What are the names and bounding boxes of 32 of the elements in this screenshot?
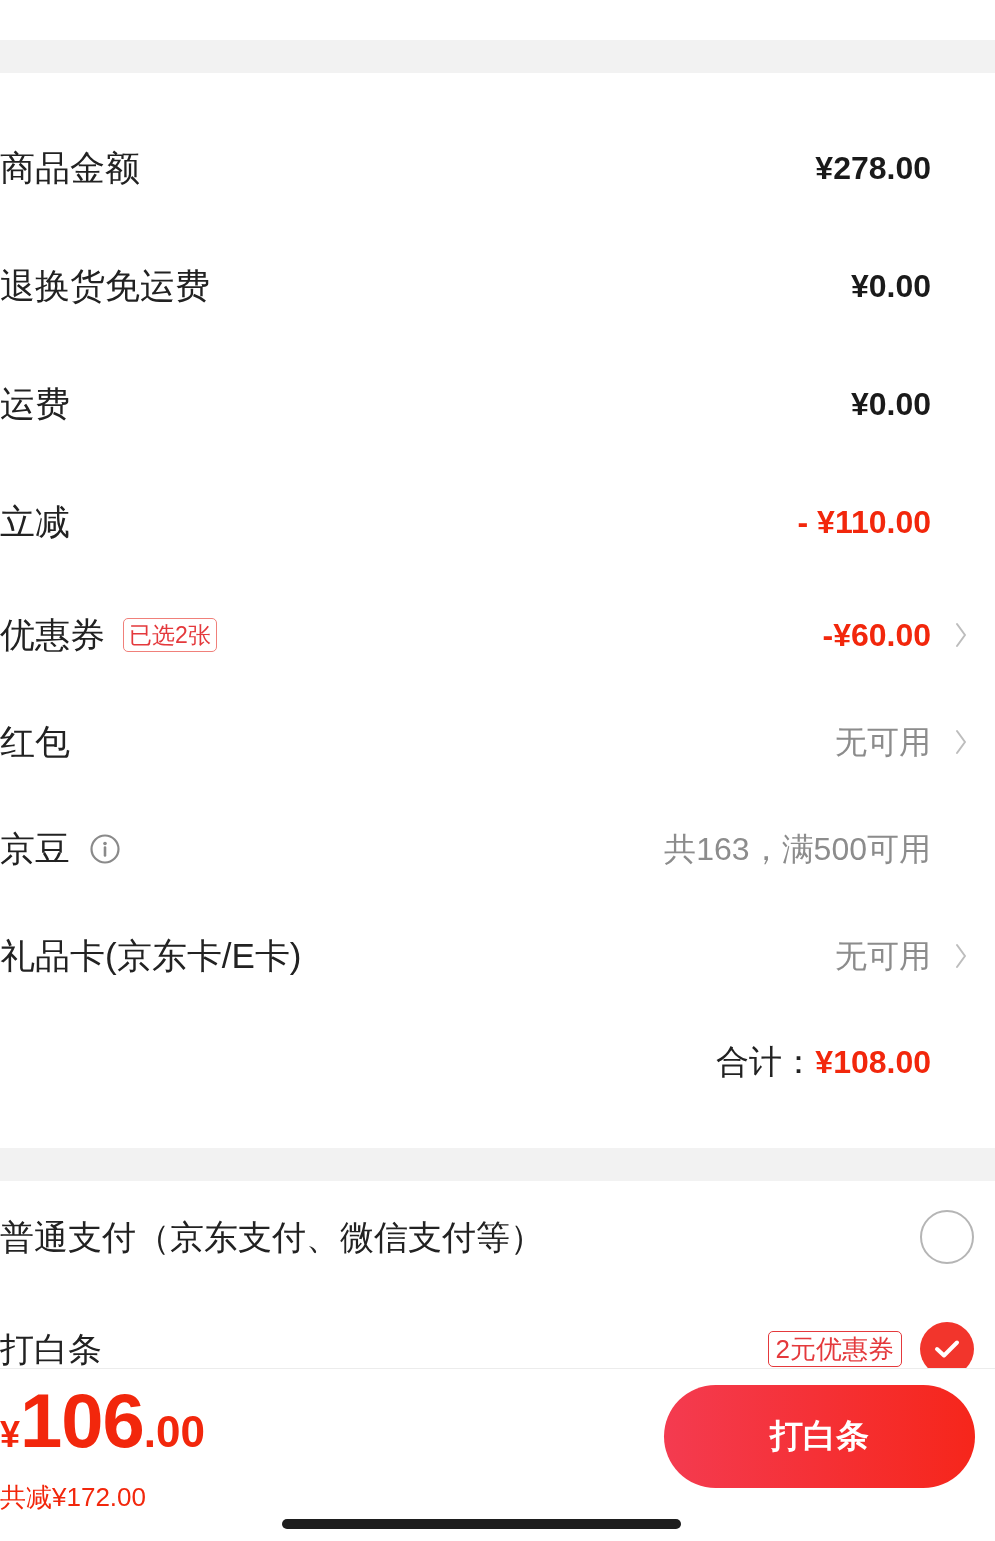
- total-amount: ¥108.00: [815, 1043, 931, 1082]
- fee-value: ¥0.00: [850, 385, 931, 424]
- fee-value: 共163，满500可用: [664, 829, 931, 869]
- payment-method-label: 打白条: [0, 1329, 102, 1368]
- chevron-right-icon[interactable]: [955, 728, 967, 755]
- fee-label: 红包: [0, 720, 70, 763]
- fee-value: -¥60.00: [822, 615, 931, 655]
- radio-button[interactable]: [920, 1210, 974, 1264]
- radio-button[interactable]: [920, 1322, 974, 1368]
- fee-label: 运费: [0, 383, 70, 425]
- fee-label: 优惠券: [0, 613, 105, 656]
- baitiao-pay-button[interactable]: 打白条: [664, 1385, 975, 1488]
- pay-amount: ¥106.00: [0, 1385, 205, 1465]
- fee-value: 无可用: [835, 936, 931, 976]
- fee-value: ¥278.00: [815, 149, 931, 188]
- info-icon[interactable]: [90, 833, 120, 864]
- fee-label: 京豆: [0, 827, 70, 870]
- fee-label: 立减: [0, 501, 70, 543]
- total-label: 合计：: [716, 1042, 816, 1082]
- fee-value: - ¥110.00: [797, 503, 931, 542]
- checkmark-icon: [934, 1339, 960, 1359]
- fee-value: 无可用: [835, 722, 931, 762]
- total-saving: 共减¥172.00: [0, 1481, 146, 1514]
- payment-method-label: 普通支付（京东支付、微信支付等）: [0, 1217, 544, 1258]
- chevron-right-icon[interactable]: [955, 621, 967, 648]
- chevron-right-icon[interactable]: [955, 942, 967, 969]
- fee-label: 退换货免运费: [0, 265, 210, 307]
- fee-label: 礼品卡(京东卡/E卡): [0, 934, 302, 977]
- coupon-count-tag: 已选2张: [123, 617, 217, 652]
- payment-coupon-tag: 2元优惠券: [767, 1331, 902, 1367]
- fee-value: ¥0.00: [850, 267, 931, 306]
- fee-label: 商品金额: [0, 147, 140, 189]
